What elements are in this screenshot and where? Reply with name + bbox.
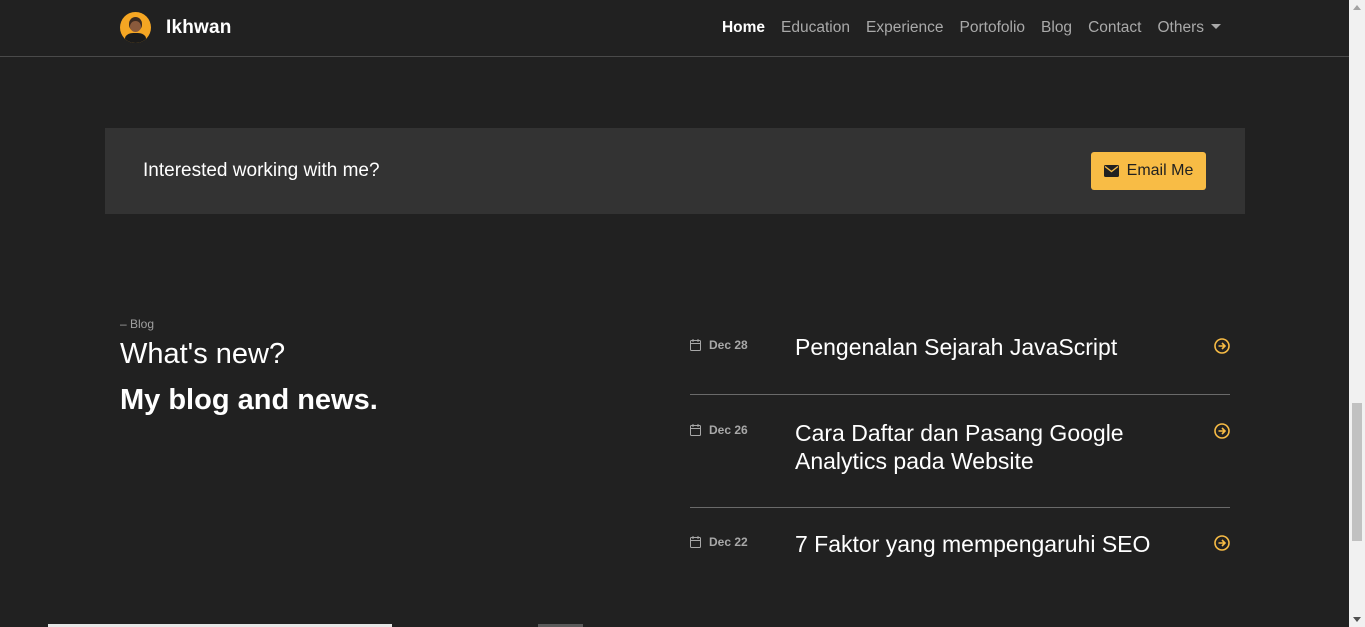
scroll-down-arrow-icon[interactable] (1353, 617, 1361, 622)
envelope-icon (1103, 165, 1119, 177)
post-date: Dec 22 (690, 535, 748, 549)
vertical-scrollbar[interactable] (1349, 0, 1365, 627)
post-date: Dec 26 (690, 423, 748, 437)
post-date-text: Dec 28 (709, 338, 748, 352)
nav-dropdown-others[interactable]: Others (1157, 19, 1221, 37)
blog-header: – Blog What's new? My blog and news. (120, 317, 378, 417)
blog-post-list: Dec 28 Pengenalan Sejarah JavaScript Dec… (690, 320, 1230, 583)
nav-link-education[interactable]: Education (781, 19, 850, 37)
blog-post-item[interactable]: Dec 22 7 Faktor yang mempengaruhi SEO (690, 508, 1230, 583)
avatar (120, 12, 151, 43)
blog-post-item[interactable]: Dec 26 Cara Daftar dan Pasang Google Ana… (690, 395, 1230, 508)
scrollbar-thumb[interactable] (1352, 403, 1362, 541)
arrow-circle-right-icon[interactable] (1214, 338, 1230, 354)
email-me-label: Email Me (1126, 162, 1194, 179)
cta-text: Interested working with me? (143, 160, 380, 181)
caret-down-icon (1211, 24, 1221, 29)
navbar: Ikhwan Home Education Experience Portofo… (0, 0, 1349, 57)
post-date-text: Dec 26 (709, 423, 748, 437)
section-eyebrow: – Blog (120, 317, 155, 331)
nav-dropdown-label: Others (1157, 19, 1204, 36)
post-title[interactable]: Cara Daftar dan Pasang Google Analytics … (795, 419, 1175, 475)
brand-name[interactable]: Ikhwan (166, 17, 232, 39)
calendar-icon (690, 424, 701, 436)
calendar-icon (690, 339, 701, 351)
nav-menu: Home Education Experience Portofolio Blo… (706, 19, 1221, 37)
email-me-button[interactable]: Email Me (1091, 152, 1206, 190)
post-title[interactable]: 7 Faktor yang mempengaruhi SEO (795, 530, 1175, 558)
nav-link-contact[interactable]: Contact (1088, 19, 1141, 37)
blog-post-item[interactable]: Dec 28 Pengenalan Sejarah JavaScript (690, 320, 1230, 395)
scroll-up-arrow-icon[interactable] (1353, 5, 1361, 10)
post-date: Dec 28 (690, 338, 748, 352)
nav-link-experience[interactable]: Experience (866, 19, 944, 37)
brand[interactable]: Ikhwan (120, 12, 232, 43)
arrow-circle-right-icon[interactable] (1214, 423, 1230, 439)
blog-subheading: My blog and news. (120, 384, 378, 416)
cta-banner: Interested working with me? Email Me (105, 128, 1245, 214)
calendar-icon (690, 536, 701, 548)
post-date-text: Dec 22 (709, 535, 748, 549)
arrow-circle-right-icon[interactable] (1214, 535, 1230, 551)
nav-link-portofolio[interactable]: Portofolio (960, 19, 1025, 37)
post-title[interactable]: Pengenalan Sejarah JavaScript (795, 333, 1175, 361)
nav-link-home[interactable]: Home (722, 19, 765, 37)
blog-heading: What's new? (120, 338, 286, 370)
nav-link-blog[interactable]: Blog (1041, 19, 1072, 37)
